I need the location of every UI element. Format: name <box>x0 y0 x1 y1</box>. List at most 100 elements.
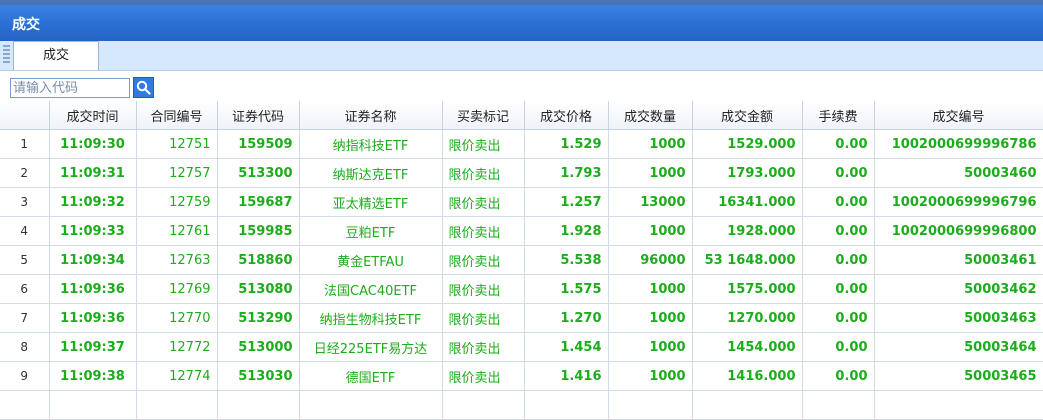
cell-index: 1 <box>0 129 50 159</box>
search-input[interactable] <box>10 78 130 98</box>
cell-time: 11:09:32 <box>49 187 137 217</box>
cell-security-code: 159509 <box>217 129 300 159</box>
cell-fee: 0.00 <box>802 187 875 217</box>
empty-cell <box>608 390 693 420</box>
cell-security-code: 518860 <box>217 245 300 275</box>
col-header-security-code[interactable]: 证券代码 <box>217 101 300 130</box>
table-row[interactable]: 7 11:09:36 12770 513290 纳指生物科技ETF 限价卖出 1.270 10… <box>0 303 1043 333</box>
col-header-quantity[interactable]: 成交数量 <box>608 101 693 130</box>
cell-time: 11:09:33 <box>49 216 137 246</box>
table-row[interactable]: 8 11:09:37 12772 513000 日经225ETF易方达 限价卖出 1.454… <box>0 332 1043 362</box>
empty-cell <box>874 390 1043 420</box>
col-header-index[interactable] <box>0 101 50 130</box>
table-row[interactable]: 6 11:09:36 12769 513080 法国CAC40ETF 限价卖出 1.575 1… <box>0 274 1043 304</box>
cell-security-code: 513290 <box>217 303 300 333</box>
cell-security-code: 513030 <box>217 361 300 391</box>
empty-cell <box>49 390 137 420</box>
cell-trade-no: 1002000699996796 <box>874 187 1043 217</box>
cell-trade-no: 50003463 <box>874 303 1043 333</box>
cell-contract-no: 12757 <box>136 158 218 188</box>
cell-index: 5 <box>0 245 50 275</box>
cell-contract-no: 12763 <box>136 245 218 275</box>
cell-quantity: 1000 <box>608 361 693 391</box>
cell-index: 6 <box>0 274 50 304</box>
cell-quantity: 96000 <box>608 245 693 275</box>
empty-cell <box>217 390 300 420</box>
empty-cell <box>692 390 803 420</box>
table-row[interactable]: 2 11:09:31 12757 513300 纳斯达克ETF 限价卖出 1.793 1000… <box>0 158 1043 188</box>
table-row[interactable]: 9 11:09:38 12774 513030 德国ETF 限价卖出 1.416 1000 14… <box>0 361 1043 391</box>
tab-trades[interactable]: 成交 <box>13 41 99 70</box>
cell-security-code: 513300 <box>217 158 300 188</box>
col-header-security-name[interactable]: 证券名称 <box>299 101 443 130</box>
col-header-fee[interactable]: 手续费 <box>802 101 875 130</box>
cell-amount: 1270.000 <box>692 303 803 333</box>
table-row[interactable]: 3 11:09:32 12759 159687 亚太精选ETF 限价卖出 1.257 1300… <box>0 187 1043 217</box>
cell-trade-no: 50003460 <box>874 158 1043 188</box>
cell-time: 11:09:37 <box>49 332 137 362</box>
cell-price: 1.928 <box>524 216 609 246</box>
empty-cell <box>442 390 525 420</box>
col-header-time[interactable]: 成交时间 <box>49 101 137 130</box>
cell-fee: 0.00 <box>802 158 875 188</box>
cell-price: 1.454 <box>524 332 609 362</box>
cell-index: 7 <box>0 303 50 333</box>
cell-trade-no: 1002000699996786 <box>874 129 1043 159</box>
cell-contract-no: 12761 <box>136 216 218 246</box>
cell-amount: 16341.000 <box>692 187 803 217</box>
cell-side: 限价卖出 <box>442 303 525 333</box>
grip-icon[interactable] <box>3 45 10 65</box>
table-row[interactable]: 1 11:09:30 12751 159509 纳指科技ETF 限价卖出 1.529 1000… <box>0 129 1043 159</box>
cell-trade-no: 50003462 <box>874 274 1043 304</box>
cell-security-code: 513000 <box>217 332 300 362</box>
col-header-contract-no[interactable]: 合同编号 <box>136 101 218 130</box>
tab-bar <box>0 41 1043 71</box>
window-titlebar: 成交 <box>0 0 1043 41</box>
cell-trade-no: 1002000699996800 <box>874 216 1043 246</box>
cell-quantity: 1000 <box>608 332 693 362</box>
cell-security-code: 513080 <box>217 274 300 304</box>
search-icon <box>136 80 151 95</box>
cell-price: 1.257 <box>524 187 609 217</box>
search-button[interactable] <box>133 77 154 98</box>
empty-cell <box>802 390 875 420</box>
cell-security-name: 纳指生物科技ETF <box>299 303 443 333</box>
cell-index: 2 <box>0 158 50 188</box>
window-title: 成交 <box>12 17 40 33</box>
cell-side: 限价卖出 <box>442 332 525 362</box>
col-header-price[interactable]: 成交价格 <box>524 101 609 130</box>
table-row[interactable]: 5 11:09:34 12763 518860 黄金ETFAU 限价卖出 5.538 9600… <box>0 245 1043 275</box>
cell-quantity: 1000 <box>608 216 693 246</box>
cell-contract-no: 12759 <box>136 187 218 217</box>
cell-side: 限价卖出 <box>442 245 525 275</box>
cell-contract-no: 12751 <box>136 129 218 159</box>
col-header-amount[interactable]: 成交金额 <box>692 101 803 130</box>
cell-amount: 1575.000 <box>692 274 803 304</box>
table-row[interactable]: 4 11:09:33 12761 159985 豆粕ETF 限价卖出 1.928 1000 19… <box>0 216 1043 246</box>
cell-amount: 1454.000 <box>692 332 803 362</box>
table-empty-row <box>0 390 1043 420</box>
search-row <box>0 71 1043 101</box>
cell-time: 11:09:38 <box>49 361 137 391</box>
cell-quantity: 1000 <box>608 303 693 333</box>
empty-cell <box>524 390 609 420</box>
cell-security-name: 纳斯达克ETF <box>299 158 443 188</box>
cell-index: 4 <box>0 216 50 246</box>
cell-contract-no: 12770 <box>136 303 218 333</box>
cell-security-name: 纳指科技ETF <box>299 129 443 159</box>
cell-security-name: 法国CAC40ETF <box>299 274 443 304</box>
cell-time: 11:09:30 <box>49 129 137 159</box>
cell-amount: 53 1648.000 <box>692 245 803 275</box>
cell-contract-no: 12772 <box>136 332 218 362</box>
titlebar-top-strip <box>0 0 1043 5</box>
cell-side: 限价卖出 <box>442 216 525 246</box>
cell-amount: 1416.000 <box>692 361 803 391</box>
cell-fee: 0.00 <box>802 361 875 391</box>
trades-table: 成交时间 合同编号 证券代码 证券名称 买卖标记 成交价格 成交数量 成交金额 … <box>0 101 1043 420</box>
cell-price: 1.416 <box>524 361 609 391</box>
col-header-side[interactable]: 买卖标记 <box>442 101 525 130</box>
cell-amount: 1928.000 <box>692 216 803 246</box>
cell-index: 8 <box>0 332 50 362</box>
cell-trade-no: 50003464 <box>874 332 1043 362</box>
col-header-trade-no[interactable]: 成交编号 <box>874 101 1043 130</box>
